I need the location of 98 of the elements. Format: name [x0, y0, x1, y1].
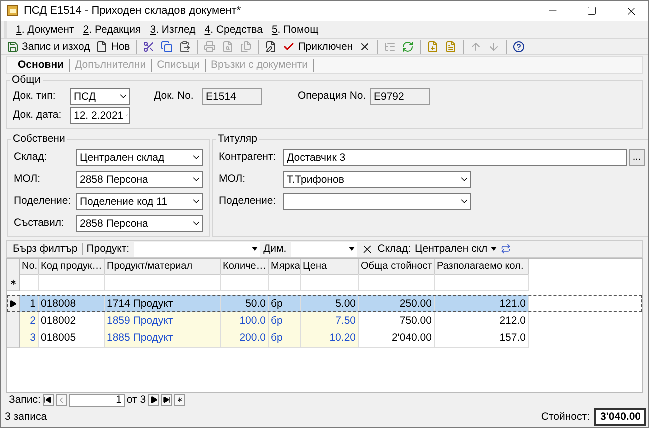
app-icon — [7, 5, 19, 17]
tab[interactable]: Основни — [13, 58, 70, 72]
column-header[interactable]: Количе… — [221, 259, 269, 275]
next-icon — [150, 396, 158, 404]
caret-icon — [490, 247, 497, 251]
warehouse-dropdown[interactable]: Централен скл — [415, 242, 497, 256]
first-icon — [44, 396, 52, 404]
product-field[interactable] — [134, 242, 260, 256]
column-header[interactable]: Разполагаемо кол. — [435, 259, 529, 275]
menu-item[interactable]: 5. Помощ — [272, 24, 319, 36]
field-label: Продукт: — [86, 243, 130, 255]
check-icon — [283, 40, 296, 52]
document-icon[interactable] — [445, 40, 458, 52]
input-field[interactable]: Доставчик 3 — [283, 149, 627, 166]
next-record-button[interactable] — [148, 394, 160, 406]
edit-document-icon[interactable] — [265, 40, 278, 52]
field-label: Запис: — [9, 394, 41, 406]
dropdown-field[interactable]: ПСД — [70, 88, 130, 105]
menu-item[interactable]: 2. Редакция — [83, 24, 142, 36]
table-cell: 018005 — [39, 329, 105, 348]
dropdown-field[interactable]: 2858 Персона — [76, 171, 203, 188]
table-cell — [221, 274, 269, 291]
close-icon[interactable] — [359, 40, 372, 52]
field-label: Склад: — [14, 150, 48, 163]
column-header[interactable]: Цена — [301, 259, 359, 275]
dropdown-field[interactable]: Поделение код 11 — [76, 193, 203, 210]
first-record-button[interactable] — [42, 394, 54, 406]
last-record-button[interactable] — [161, 394, 172, 406]
total-label: Стойност: — [541, 411, 590, 423]
menu-item[interactable]: 4. Средства — [204, 24, 263, 36]
record-count: 3 записа — [5, 411, 48, 423]
table-cell — [301, 274, 359, 291]
quick-filter-button[interactable]: Бърз филтър — [11, 243, 83, 255]
paste-icon[interactable] — [179, 40, 192, 52]
refresh-icon[interactable] — [402, 40, 414, 52]
group-title: Собствени — [12, 133, 66, 145]
field-label: Съставил: — [14, 216, 64, 229]
menu-item[interactable]: 1. Документ — [16, 24, 74, 36]
field-label: Док. дата: — [13, 108, 62, 121]
table-cell: 1885 Продукт — [105, 329, 221, 348]
field-label: Док. No. — [154, 89, 194, 102]
help-icon[interactable] — [513, 40, 526, 52]
caret-icon — [348, 247, 355, 251]
table-cell: 157.0 — [435, 329, 529, 348]
dropdown-field[interactable]: Т.Трифонов — [283, 171, 471, 188]
field-label: Док. тип: — [13, 89, 56, 102]
save-icon — [7, 40, 19, 52]
table-cell: 3 — [20, 329, 39, 348]
finish-button[interactable]: Приключен — [281, 39, 356, 54]
last-icon — [162, 396, 171, 404]
group-title: Титуляр — [217, 133, 258, 145]
field-label: Склад: — [378, 243, 411, 255]
save-and-exit-button[interactable]: Запис и изход — [5, 39, 92, 54]
field-label: Поделение: — [14, 194, 72, 207]
table-cell: 200.0 — [221, 329, 269, 348]
column-header[interactable]: No. — [20, 259, 39, 275]
window-title: ПСД E1514 - Приходен складов документ* — [24, 5, 242, 17]
new-document-icon[interactable] — [427, 40, 440, 52]
field-label: Поделение: — [219, 194, 276, 207]
group-title: Общи — [11, 74, 42, 86]
dropdown-field[interactable] — [283, 193, 471, 210]
field-label: Дим. — [264, 243, 287, 255]
input-field[interactable]: E1514 — [202, 88, 262, 105]
field-label: Контрагент: — [219, 150, 276, 163]
new-icon — [176, 396, 184, 404]
new-button[interactable]: Нов — [94, 39, 132, 54]
dropdown-field[interactable]: 2858 Персона — [76, 215, 203, 232]
column-header[interactable]: Обща стойност — [359, 259, 435, 275]
table-cell: 10.20 — [301, 329, 359, 348]
total-value: 3'040.00 — [594, 408, 646, 426]
document-icon — [96, 40, 108, 52]
new-row-icon — [8, 278, 18, 286]
field-label: Операция No. — [298, 89, 366, 102]
column-header[interactable]: Мярка — [269, 259, 301, 275]
date-field[interactable]: 12. 2.2021 — [70, 107, 130, 124]
table-cell — [39, 274, 105, 291]
input-field[interactable]: E9792 — [370, 88, 430, 105]
table-cell — [269, 274, 301, 291]
menu-item[interactable]: 3. Изглед — [150, 24, 196, 36]
record-count: от 3 — [126, 394, 146, 406]
record-number-field[interactable]: 1 — [68, 394, 125, 406]
caret-icon — [252, 247, 258, 251]
table-cell: бр — [269, 329, 301, 348]
copy-icon[interactable] — [161, 40, 174, 52]
dimension-field[interactable] — [290, 242, 357, 256]
dropdown-field[interactable]: Централен склад — [76, 149, 203, 166]
table-cell: 2'040.00 — [359, 329, 435, 348]
maximize-icon[interactable] — [587, 6, 597, 16]
current-row-icon — [9, 300, 17, 308]
column-header[interactable]: Продукт/материал — [105, 259, 221, 275]
field-label: МОЛ: — [219, 172, 246, 185]
field-label: МОЛ: — [14, 172, 41, 185]
new-record-button[interactable] — [174, 394, 186, 406]
scissors-icon[interactable] — [143, 40, 156, 52]
refresh-icon[interactable] — [500, 244, 511, 254]
browse-button[interactable]: ... — [629, 149, 645, 166]
column-header[interactable]: Код продук… — [39, 259, 105, 275]
table-cell — [20, 274, 39, 291]
